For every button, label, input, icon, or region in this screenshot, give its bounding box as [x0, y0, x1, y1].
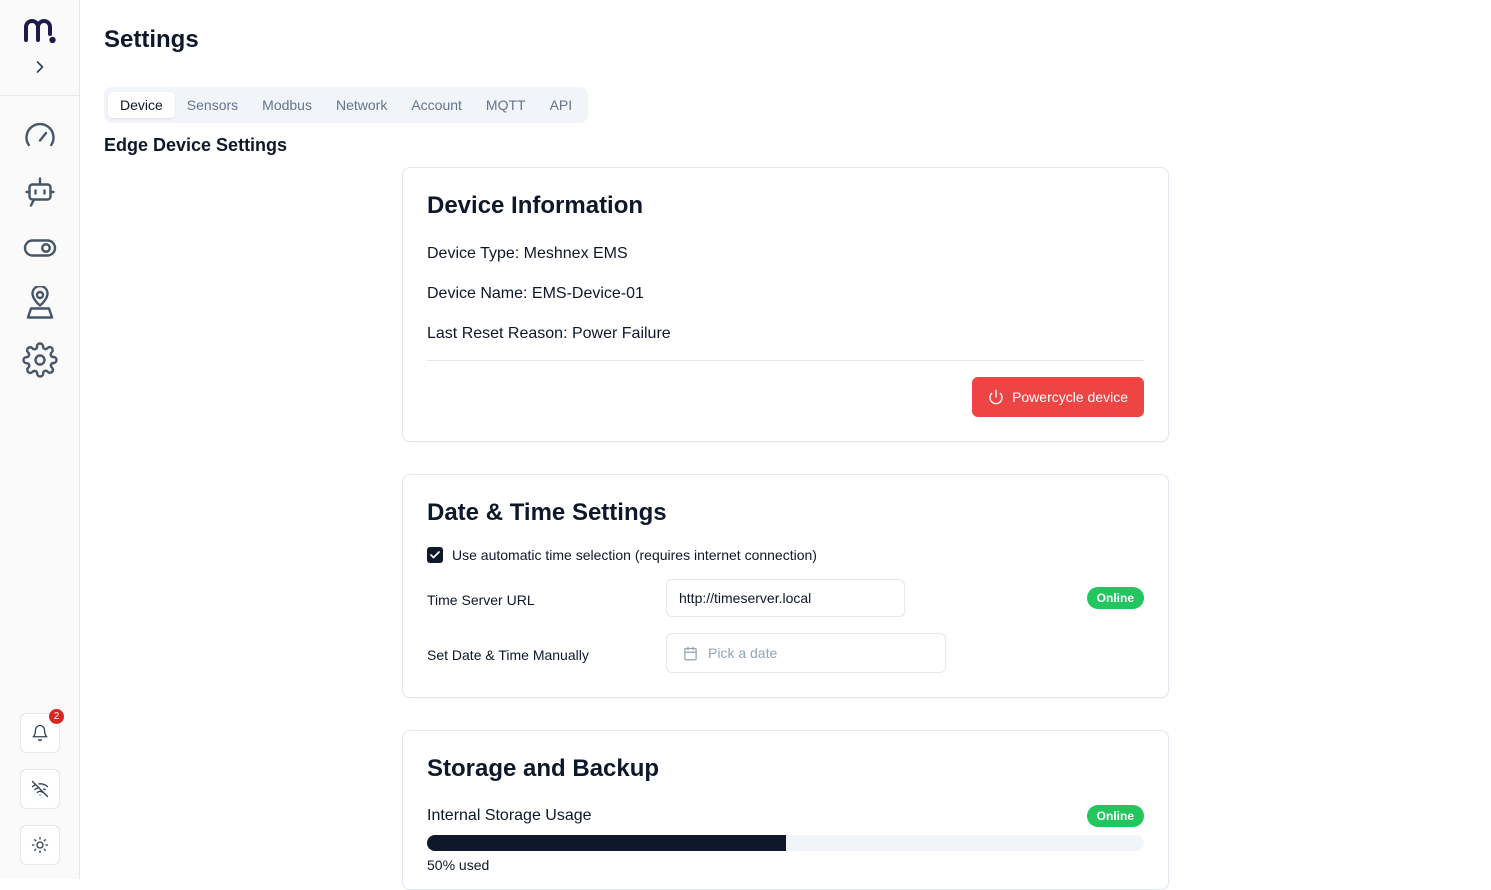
tab-mqtt[interactable]: MQTT: [474, 92, 538, 118]
device-type: Device Type: Meshnex EMS: [427, 245, 628, 262]
check-icon: [430, 551, 440, 559]
storage-card: Storage and Backup Internal Storage Usag…: [402, 730, 1169, 890]
date-time-card: Date & Time Settings Use automatic time …: [402, 474, 1169, 698]
toggle-icon: [23, 239, 57, 257]
storage-progress-fill: [427, 835, 786, 851]
gauge-icon: [25, 122, 55, 147]
chevron-right-icon[interactable]: [30, 57, 50, 82]
gear-icon: [22, 342, 58, 378]
logo-icon[interactable]: [23, 17, 57, 48]
bot-icon: [25, 177, 55, 207]
sidebar: 2: [0, 0, 80, 879]
bell-icon: [32, 724, 48, 742]
sidebar-item-devices[interactable]: [22, 174, 58, 210]
auto-time-checkbox[interactable]: [427, 547, 443, 563]
tab-sensors[interactable]: Sensors: [175, 92, 250, 118]
connectivity-button[interactable]: [20, 769, 60, 809]
device-information-card: Device Information Device Type: Meshnex …: [402, 167, 1169, 442]
sidebar-item-settings[interactable]: [22, 342, 58, 378]
powercycle-label: Powercycle device: [1012, 389, 1128, 405]
sun-icon: [31, 836, 49, 854]
sidebar-item-dashboard[interactable]: [22, 118, 58, 154]
time-server-input[interactable]: [666, 579, 905, 617]
settings-tabs: Device Sensors Modbus Network Account MQ…: [104, 87, 589, 123]
auto-time-row: Use automatic time selection (requires i…: [427, 547, 817, 563]
card-title: Device Information: [427, 192, 644, 219]
section-heading: Edge Device Settings: [104, 135, 288, 155]
storage-usage-label: Internal Storage Usage: [427, 807, 592, 824]
date-picker-button[interactable]: Pick a date: [666, 633, 946, 673]
tab-device[interactable]: Device: [108, 92, 175, 118]
manual-date-label: Set Date & Time Manually: [427, 647, 589, 663]
time-server-status-badge: Online: [1086, 587, 1144, 609]
time-server-label: Time Server URL: [427, 592, 535, 608]
auto-time-label: Use automatic time selection (requires i…: [452, 547, 817, 563]
calendar-icon: [684, 646, 697, 660]
tab-network[interactable]: Network: [324, 92, 399, 118]
wifi-off-icon: [31, 780, 49, 798]
date-placeholder: Pick a date: [708, 645, 778, 661]
device-name: Device Name: EMS-Device-01: [427, 285, 644, 302]
notifications-button[interactable]: 2: [20, 709, 64, 753]
user-location-icon: [26, 284, 54, 319]
storage-usage-text: 50% used: [427, 857, 490, 873]
power-icon: [989, 389, 1003, 405]
powercycle-button[interactable]: Powercycle device: [972, 377, 1144, 417]
tab-modbus[interactable]: Modbus: [250, 92, 324, 118]
last-reset-reason: Last Reset Reason: Power Failure: [427, 325, 671, 342]
theme-toggle-button[interactable]: [20, 825, 60, 865]
storage-status-badge: Online: [1086, 805, 1144, 827]
notification-count-badge: 2: [49, 709, 64, 724]
card-title: Date & Time Settings: [427, 499, 667, 526]
tab-api[interactable]: API: [538, 92, 585, 118]
divider: [427, 360, 1144, 361]
tab-account[interactable]: Account: [399, 92, 474, 118]
sidebar-divider: [0, 95, 79, 96]
sidebar-item-users[interactable]: [22, 284, 58, 322]
sidebar-item-controls[interactable]: [22, 230, 58, 266]
page-title: Settings: [104, 26, 199, 53]
card-title: Storage and Backup: [427, 755, 660, 782]
storage-progress-bar: [427, 835, 1144, 851]
